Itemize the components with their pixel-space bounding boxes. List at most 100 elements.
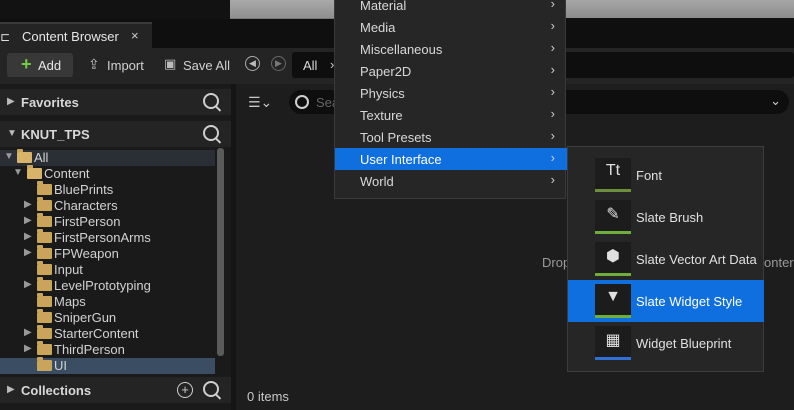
tree-item-label: Content [44, 166, 90, 181]
tree-scrollbar[interactable] [217, 148, 224, 356]
tree-item-blueprints[interactable]: BluePrints [0, 181, 215, 198]
favorites-header[interactable]: ▶ Favorites [0, 89, 231, 115]
close-icon[interactable]: × [131, 28, 139, 43]
import-label: Import [107, 58, 144, 73]
expand-arrow-icon[interactable]: ▶ [24, 343, 32, 354]
breadcrumb-root[interactable]: All [303, 58, 317, 73]
search-icon[interactable] [203, 93, 219, 109]
menu-item-material[interactable]: Material › [335, 0, 567, 16]
search-icon[interactable] [203, 381, 219, 397]
menu-item-physics[interactable]: Physics › [335, 82, 567, 104]
submenu-item-label: Slate Widget Style [636, 294, 743, 309]
folder-tree: ▼ All ▼ Content BluePrints ▶ Characters … [0, 149, 231, 374]
chevron-right-icon: › [550, 172, 555, 187]
folder-icon [37, 197, 52, 211]
tree-item-label: FPWeapon [54, 246, 119, 261]
back-arrow-icon[interactable]: ◀ [245, 56, 260, 71]
expand-arrow-icon[interactable]: ▶ [24, 199, 32, 210]
user-interface-submenu: Tt Font ✎ Slate Brush ⬢ Slate Vector Art… [567, 146, 764, 372]
menu-item-world[interactable]: World › [335, 170, 567, 192]
collapse-arrow-icon[interactable]: ▼ [13, 167, 23, 178]
menu-item-media[interactable]: Media › [335, 16, 567, 38]
submenu-item-slate-widget-style[interactable]: ▼ Slate Widget Style [568, 280, 764, 322]
folder-icon [37, 341, 52, 355]
expand-arrow-icon[interactable]: ▶ [24, 215, 32, 226]
menu-item-label: Paper2D [360, 64, 412, 79]
import-button[interactable]: ⇪ Import [88, 53, 158, 77]
save-all-label: Save All [183, 58, 230, 73]
tree-item-snipergun[interactable]: SniperGun [0, 309, 215, 326]
menu-item-label: Miscellaneous [360, 42, 443, 57]
tree-item-all[interactable]: ▼ All [0, 149, 215, 166]
expand-arrow-icon[interactable]: ▶ [24, 279, 32, 290]
menu-item-miscellaneous[interactable]: Miscellaneous › [335, 38, 567, 60]
import-icon: ⇪ [88, 56, 100, 72]
menu-item-label: Physics [360, 86, 405, 101]
tree-item-startercontent[interactable]: ▶ StarterContent [0, 325, 215, 342]
tree-item-fpweapon[interactable]: ▶ FPWeapon [0, 245, 215, 262]
widget-style-icon: ▼ [595, 284, 631, 318]
submenu-item-widget-blueprint[interactable]: ▦ Widget Blueprint [568, 322, 764, 364]
menu-item-texture[interactable]: Texture › [335, 104, 567, 126]
chevron-right-icon: › [550, 106, 555, 121]
expand-arrow-icon[interactable]: ▶ [24, 247, 32, 258]
menu-item-tool-presets[interactable]: Tool Presets › [335, 126, 567, 148]
project-header[interactable]: ▼ KNUT_TPS [0, 121, 231, 147]
tree-item-maps[interactable]: Maps [0, 293, 215, 310]
tree-item-thirdperson[interactable]: ▶ ThirdPerson [0, 341, 215, 358]
folder-icon [37, 261, 52, 275]
tree-item-levelprototyping[interactable]: ▶ LevelPrototyping [0, 277, 215, 294]
collapse-arrow-icon[interactable]: ▼ [7, 128, 17, 139]
menu-item-label: User Interface [360, 152, 442, 167]
tree-item-label: BluePrints [54, 182, 114, 197]
submenu-item-slate-brush[interactable]: ✎ Slate Brush [568, 196, 764, 238]
tree-item-label: ThirdPerson [54, 342, 125, 357]
folder-icon [37, 293, 52, 307]
menu-item-label: Material [360, 0, 407, 13]
folder-icon [37, 325, 52, 339]
tree-item-label: FirstPerson [54, 214, 121, 229]
folder-icon [37, 245, 52, 259]
add-label: Add [38, 58, 62, 73]
search-icon [295, 95, 309, 109]
menu-item-user-interface[interactable]: User Interface › [335, 148, 567, 170]
chevron-down-icon[interactable]: ⌄ [770, 93, 781, 109]
tree-item-firstpersonarms[interactable]: ▶ FirstPersonArms [0, 229, 215, 246]
forward-arrow-icon[interactable]: ▶ [271, 56, 286, 71]
viewport-preview [230, 0, 340, 19]
chevron-right-icon: › [550, 18, 555, 33]
chevron-right-icon: › [550, 128, 555, 143]
folder-icon [37, 309, 52, 323]
submenu-item-font[interactable]: Tt Font [568, 154, 764, 196]
asset-type-bar [595, 189, 631, 192]
submenu-item-slate-vector-art-data[interactable]: ⬢ Slate Vector Art Data [568, 238, 764, 280]
save-icon: ▣ [164, 56, 177, 71]
expand-arrow-icon[interactable]: ▶ [24, 327, 32, 338]
tree-item-input[interactable]: Input [0, 261, 215, 278]
asset-type-bar [595, 273, 631, 276]
asset-type-bar [595, 315, 631, 318]
collections-label: Collections [21, 383, 92, 398]
add-button[interactable]: + Add [7, 53, 73, 77]
collections-header[interactable]: ▶ Collections + [0, 377, 231, 403]
tree-item-ui[interactable]: UI [0, 357, 215, 374]
folder-icon [37, 229, 52, 243]
save-all-button[interactable]: ▣ Save All [164, 53, 236, 77]
expand-arrow-icon[interactable]: ▶ [24, 231, 32, 242]
tab-content-browser[interactable]: ⊏ Content Browser × [0, 22, 152, 48]
vector-art-icon: ⬢ [595, 242, 631, 276]
font-icon: Tt [595, 158, 631, 192]
filter-icon[interactable]: ☰⌄ [248, 94, 272, 111]
expand-arrow-icon[interactable]: ▶ [7, 96, 15, 107]
asset-type-bar [595, 357, 631, 360]
asset-type-bar [595, 231, 631, 234]
add-collection-icon[interactable]: + [177, 382, 193, 398]
menu-item-paper2d[interactable]: Paper2D › [335, 60, 567, 82]
expand-arrow-icon[interactable]: ▶ [7, 384, 15, 395]
tree-item-content[interactable]: ▼ Content [0, 165, 215, 182]
tree-item-characters[interactable]: ▶ Characters [0, 197, 215, 214]
search-icon[interactable] [203, 125, 219, 141]
add-asset-category-menu: Material › Media › Miscellaneous › Paper… [334, 0, 567, 199]
tree-item-firstperson[interactable]: ▶ FirstPerson [0, 213, 215, 230]
collapse-arrow-icon[interactable]: ▼ [4, 151, 14, 162]
